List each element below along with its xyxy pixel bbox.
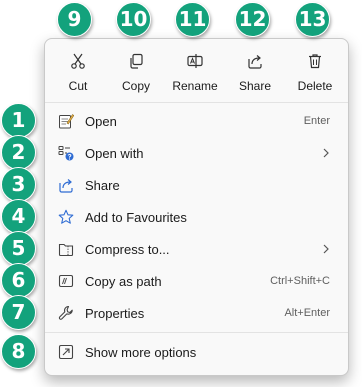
menu-item-label: Compress to... [85, 242, 170, 257]
wrench-icon [58, 305, 73, 320]
menu-item-open-with[interactable]: Open with [51, 138, 342, 168]
toolbar-divider [45, 102, 348, 103]
menu-item-shortcut: Ctrl+Shift+C [270, 275, 330, 287]
annotation-badge-3: 3 [1, 167, 36, 202]
annotation-badge-10: 10 [116, 2, 151, 37]
menu-item-show-more-options[interactable]: Show more options [51, 337, 342, 367]
annotation-badge-12: 12 [235, 2, 270, 37]
rename-icon [187, 54, 203, 68]
menu-divider [45, 332, 348, 333]
trash-icon [309, 54, 321, 69]
rename-button[interactable]: Rename [167, 49, 223, 95]
copy-button-label: Copy [121, 79, 150, 93]
menu-item-properties[interactable]: Properties Alt+Enter [51, 298, 342, 328]
copy-path-icon [58, 274, 74, 288]
cut-button[interactable]: Cut [50, 49, 106, 95]
annotation-badge-11: 11 [175, 2, 210, 37]
annotation-badge-1: 1 [1, 103, 36, 138]
share-button-label: Share [238, 79, 272, 93]
menu-item-add-to-favourites[interactable]: Add to Favourites [51, 202, 342, 232]
menu-item-label: Open with [85, 146, 144, 161]
share-icon [59, 179, 73, 193]
cut-button-label: Cut [68, 79, 88, 93]
annotation-badge-4: 4 [1, 199, 36, 234]
menu-item-label: Open [85, 114, 117, 129]
annotation-badge-2: 2 [1, 135, 36, 170]
chevron-right-icon [323, 244, 329, 254]
annotation-badge-6: 6 [1, 263, 36, 298]
menu-item-label: Add to Favourites [85, 210, 187, 225]
share-button[interactable]: Share [227, 49, 283, 95]
menu-item-shortcut: Enter [303, 115, 330, 127]
menu-item-share[interactable]: Share [51, 170, 342, 200]
menu-item-shortcut: Alt+Enter [284, 307, 330, 319]
context-menu-toolbar: Cut Copy Rename Share Delete [45, 39, 348, 99]
annotation-badge-13: 13 [295, 2, 330, 37]
annotation-badge-7: 7 [1, 295, 36, 330]
more-options-icon [58, 344, 74, 360]
menu-item-open[interactable]: Open Enter [51, 106, 342, 136]
zip-folder-icon [58, 243, 74, 257]
menu-item-label: Share [85, 178, 120, 193]
chevron-right-icon [323, 148, 329, 158]
annotation-badge-5: 5 [1, 231, 36, 266]
menu-item-label: Copy as path [85, 274, 162, 289]
menu-item-label: Properties [85, 306, 145, 321]
delete-button[interactable]: Delete [287, 49, 343, 95]
delete-button-label: Delete [297, 79, 333, 93]
menu-item-label: Show more options [85, 345, 197, 360]
menu-item-compress-to[interactable]: Compress to... [51, 234, 342, 264]
star-icon [58, 209, 74, 224]
share-icon [248, 55, 262, 69]
annotation-badge-8: 8 [1, 334, 36, 369]
open-icon [59, 114, 74, 129]
scissors-icon [71, 53, 85, 69]
annotation-badge-9: 9 [57, 2, 92, 37]
menu-item-copy-as-path[interactable]: Copy as path Ctrl+Shift+C [51, 266, 342, 296]
context-menu: Cut Copy Rename Share Delete Open Enter … [44, 38, 349, 376]
open-with-icon [58, 146, 74, 161]
copy-button[interactable]: Copy [108, 49, 164, 95]
rename-button-label: Rename [172, 79, 218, 93]
copy-icon [130, 53, 143, 69]
